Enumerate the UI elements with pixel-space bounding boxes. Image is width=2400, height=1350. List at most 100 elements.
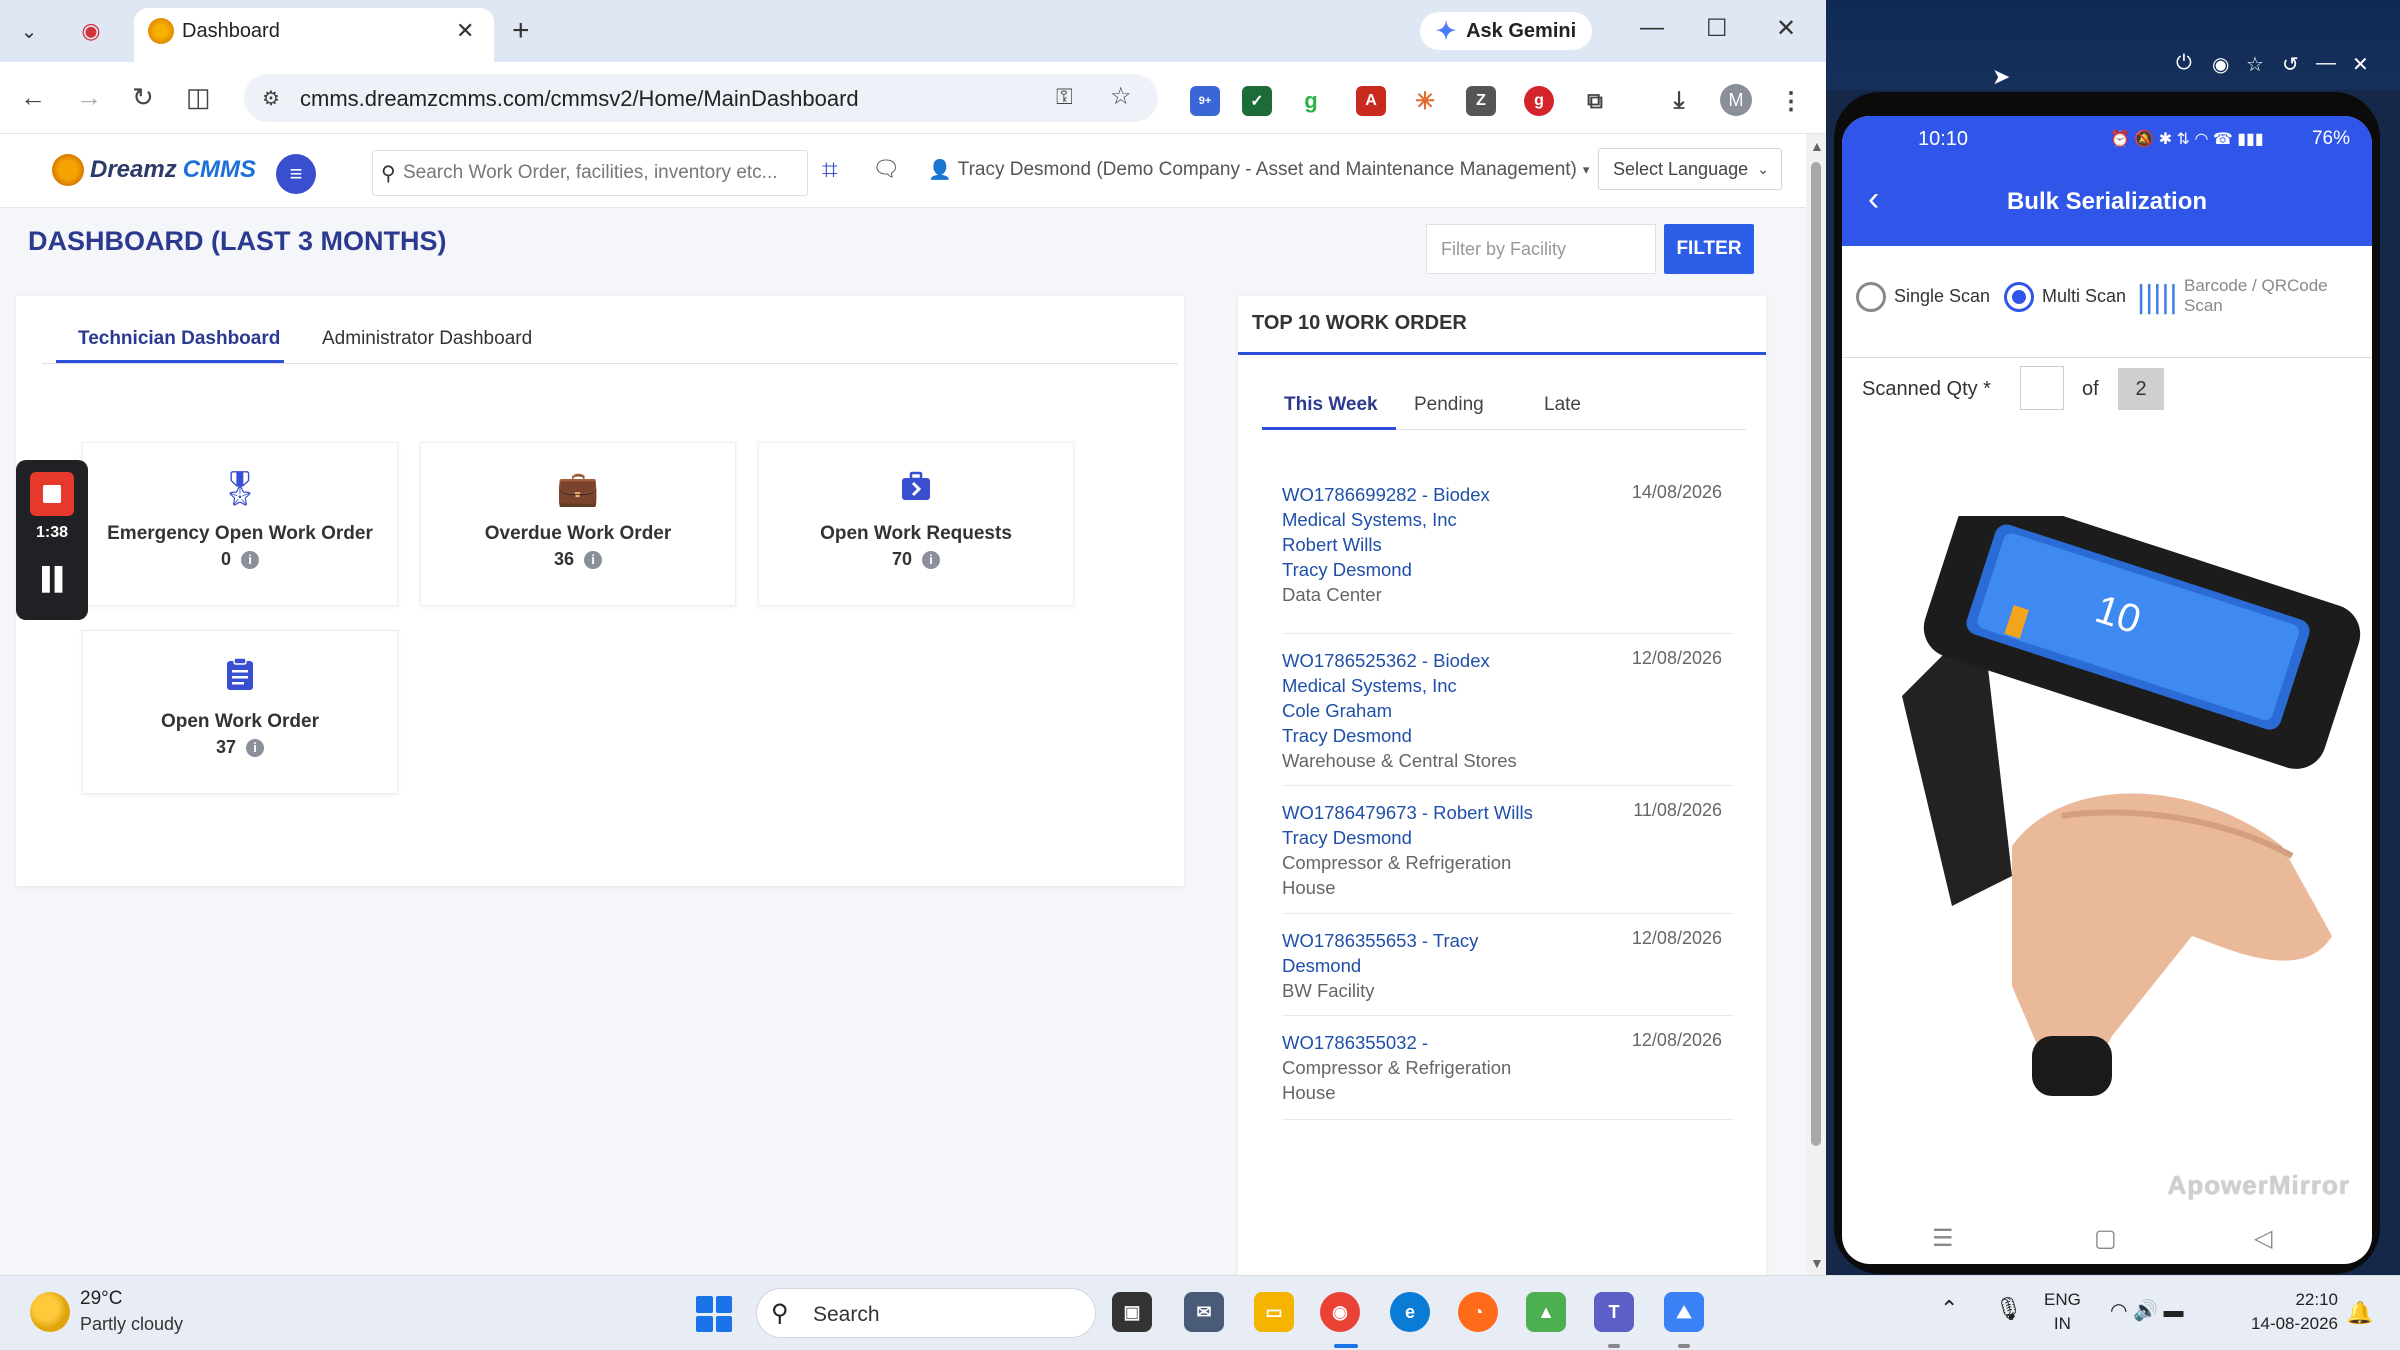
qr-scan-icon[interactable]: ⌗: [822, 154, 838, 187]
work-order-item[interactable]: WO1786479673 - Robert Wills Tracy Desmon…: [1282, 786, 1734, 914]
file-explorer-icon[interactable]: ▭: [1254, 1292, 1294, 1332]
tab-close-icon[interactable]: ✕: [456, 18, 474, 44]
extension-red-circle-icon[interactable]: g: [1524, 86, 1554, 116]
password-key-icon[interactable]: ⚿: [1056, 84, 1073, 110]
stop-recording-button[interactable]: [30, 472, 74, 516]
recents-icon[interactable]: ☰: [1932, 1224, 1954, 1253]
power-icon[interactable]: ⏻: [2176, 52, 2192, 75]
single-scan-radio[interactable]: [1856, 282, 1886, 312]
extension-pdf-icon[interactable]: A: [1356, 86, 1386, 116]
weather-partly-cloudy-icon[interactable]: [30, 1292, 70, 1332]
filter-button[interactable]: FILTER: [1664, 224, 1754, 274]
work-order-item[interactable]: WO1786699282 - Biodex Medical Systems, I…: [1282, 482, 1734, 634]
work-order-link[interactable]: WO1786699282 - Biodex Medical Systems, I…: [1282, 482, 1552, 532]
single-scan-label[interactable]: Single Scan: [1894, 286, 1990, 307]
teams-icon[interactable]: T: [1594, 1292, 1634, 1332]
download-icon[interactable]: ⤓: [1664, 86, 1694, 116]
ask-gemini-button[interactable]: ✦ Ask Gemini: [1420, 12, 1593, 50]
reload-icon[interactable]: ↻: [132, 82, 154, 113]
task-view-icon[interactable]: ▣: [1112, 1292, 1152, 1332]
minimize-icon[interactable]: —: [2316, 52, 2336, 75]
network-volume-battery-icons[interactable]: ◠ 🔊 ▬: [2110, 1298, 2183, 1323]
system-clock[interactable]: 22:10 14-08-2026: [2234, 1288, 2338, 1336]
barcode-scan-label[interactable]: Barcode / QRCode Scan: [2184, 276, 2354, 316]
user-menu[interactable]: 👤 Tracy Desmond (Demo Company - Asset an…: [928, 158, 1589, 182]
work-order-link[interactable]: WO1786355032 -: [1282, 1030, 1552, 1055]
work-order-link[interactable]: WO1786355653 - Tracy Desmond: [1282, 928, 1552, 978]
url-input[interactable]: ⚙ cmms.dreamzcmms.com/cmmsv2/Home/MainDa…: [244, 74, 1158, 122]
info-icon[interactable]: i: [922, 551, 941, 570]
mail-app-icon[interactable]: ✉: [1184, 1292, 1224, 1332]
microphone-icon[interactable]: 🎙: [1995, 1296, 2023, 1321]
tile-open-work-requests[interactable]: Open Work Requests 70 i: [758, 442, 1074, 606]
info-icon[interactable]: i: [584, 551, 603, 570]
barcode-icon[interactable]: |||||: [2136, 280, 2179, 315]
work-order-item[interactable]: WO1786525362 - Biodex Medical Systems, I…: [1282, 634, 1734, 786]
rotate-icon[interactable]: ↺: [2282, 52, 2299, 77]
nav-back-icon[interactable]: ◁: [2254, 1224, 2272, 1253]
taskbar-search[interactable]: ⚲ Search: [756, 1288, 1096, 1338]
extension-grammarly-icon[interactable]: g: [1296, 86, 1326, 116]
work-order-link[interactable]: WO1786525362 - Biodex Medical Systems, I…: [1282, 648, 1552, 698]
scroll-down-icon[interactable]: ▼: [1810, 1255, 1824, 1271]
scrollbar-thumb[interactable]: [1811, 162, 1821, 1146]
minimize-icon[interactable]: —: [1640, 14, 1664, 42]
multi-scan-radio[interactable]: [2004, 282, 2034, 312]
weather-temperature[interactable]: 29°C: [80, 1288, 122, 1310]
multi-scan-label[interactable]: Multi Scan: [2042, 286, 2126, 307]
close-icon[interactable]: ✕: [2352, 52, 2369, 77]
forward-icon[interactable]: →: [76, 82, 102, 113]
extension-claude-icon[interactable]: ✳: [1410, 86, 1440, 116]
home-icon[interactable]: ▢: [2094, 1224, 2117, 1253]
work-order-item[interactable]: WO1786355032 - Compressor & Refrigeratio…: [1282, 1016, 1734, 1120]
input-language-indicator[interactable]: ENG IN: [2044, 1288, 2081, 1336]
tab-administrator-dashboard[interactable]: Administrator Dashboard: [322, 328, 532, 350]
tab-this-week[interactable]: This Week: [1284, 394, 1378, 416]
tab-pending[interactable]: Pending: [1414, 394, 1484, 416]
tab-search-dropdown-icon[interactable]: ⌄: [10, 12, 48, 50]
facility-filter-input[interactable]: Filter by Facility: [1426, 224, 1656, 274]
info-icon[interactable]: i: [241, 551, 259, 570]
chat-icon[interactable]: 🗨: [872, 156, 900, 182]
dreamz-cmms-logo[interactable]: Dreamz CMMS: [52, 154, 256, 186]
tile-open-work-order[interactable]: Open Work Order 37 i: [82, 630, 398, 794]
bookmark-star-icon[interactable]: ☆: [1110, 82, 1132, 111]
profile-avatar[interactable]: M: [1720, 84, 1752, 116]
extension-badge-icon[interactable]: 9+: [1190, 86, 1220, 116]
browser-menu-icon[interactable]: ⋮: [1776, 86, 1806, 116]
chrome-icon[interactable]: ◉: [1320, 1292, 1360, 1332]
new-tab-icon[interactable]: +: [512, 14, 530, 48]
back-icon[interactable]: ←: [20, 82, 46, 113]
extension-check-icon[interactable]: ✓: [1242, 86, 1272, 116]
site-settings-icon[interactable]: ⚙: [262, 86, 280, 111]
global-search[interactable]: ⚲: [372, 150, 808, 196]
pause-recording-button[interactable]: ▌▌: [42, 566, 70, 592]
hamburger-menu-button[interactable]: ≡: [276, 154, 316, 194]
chevron-up-icon[interactable]: ⌃: [1940, 1296, 1958, 1321]
work-order-link[interactable]: WO1786479673 - Robert Wills: [1282, 800, 1552, 825]
image-app-icon[interactable]: ▲: [1526, 1292, 1566, 1332]
extensions-puzzle-icon[interactable]: ⧉: [1580, 86, 1610, 116]
work-order-item[interactable]: WO1786355653 - Tracy Desmond BW Facility…: [1282, 914, 1734, 1016]
windows-start-button[interactable]: [696, 1296, 732, 1332]
firefox-icon[interactable]: ◔: [1458, 1292, 1498, 1332]
close-window-icon[interactable]: ✕: [1776, 14, 1796, 43]
weather-description[interactable]: Partly cloudy: [80, 1314, 183, 1335]
extension-z-icon[interactable]: Z: [1466, 86, 1496, 116]
scroll-up-icon[interactable]: ▲: [1810, 138, 1824, 154]
notification-bell-icon[interactable]: 🔔: [2346, 1300, 2373, 1326]
apowermirror-icon[interactable]: ⛰: [1664, 1292, 1704, 1332]
language-select[interactable]: Select Language ⌄: [1598, 148, 1782, 190]
tab-technician-dashboard[interactable]: Technician Dashboard: [78, 328, 280, 350]
split-view-icon[interactable]: ◫: [186, 82, 211, 113]
pin-icon[interactable]: ☆: [2246, 52, 2264, 77]
scanned-qty-input[interactable]: [2020, 366, 2064, 410]
global-search-input[interactable]: [403, 151, 803, 195]
tile-emergency-open-work-order[interactable]: 🎖 Emergency Open Work Order 0i: [82, 442, 398, 606]
recording-indicator-icon[interactable]: ◉: [72, 12, 110, 50]
info-icon[interactable]: i: [246, 739, 265, 758]
tile-overdue-work-order[interactable]: 💼 Overdue Work Order 36 i: [420, 442, 736, 606]
edge-icon[interactable]: e: [1390, 1292, 1430, 1332]
tab-late[interactable]: Late: [1544, 394, 1581, 416]
record-icon[interactable]: ◉: [2212, 52, 2229, 77]
